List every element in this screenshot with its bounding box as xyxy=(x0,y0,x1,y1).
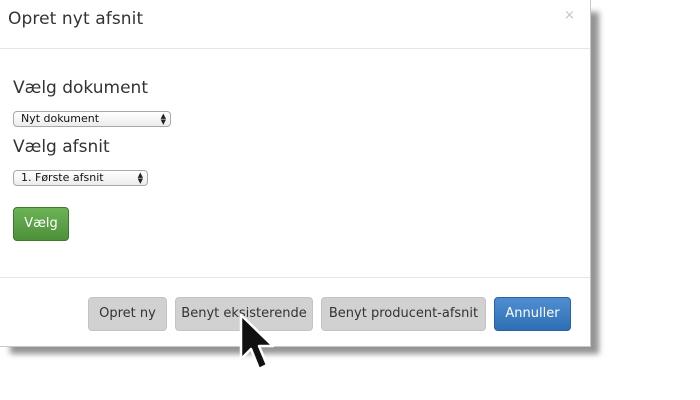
section-select[interactable]: 1. Første afsnit ▲ ▼ xyxy=(13,170,148,186)
select-arrows-icon: ▲ ▼ xyxy=(137,171,143,185)
section-select-value: 1. Første afsnit xyxy=(21,171,104,184)
document-label: Vælg dokument xyxy=(13,78,148,98)
create-new-button[interactable]: Opret ny xyxy=(88,297,167,331)
dialog-header: Opret nyt afsnit × xyxy=(0,0,590,49)
select-arrows-icon: ▲ ▼ xyxy=(160,112,166,126)
cancel-button[interactable]: Annuller xyxy=(494,297,571,331)
use-producer-section-button[interactable]: Benyt producent-afsnit xyxy=(321,297,486,331)
close-icon[interactable]: × xyxy=(564,8,575,23)
footer-divider xyxy=(0,277,590,278)
section-label: Vælg afsnit xyxy=(13,137,110,157)
document-select[interactable]: Nyt dokument ▲ ▼ xyxy=(13,111,171,127)
document-select-value: Nyt dokument xyxy=(21,112,100,125)
modal-dialog: Opret nyt afsnit × Vælg dokument Nyt dok… xyxy=(0,0,591,347)
dialog-title: Opret nyt afsnit xyxy=(8,9,144,29)
mouse-pointer-icon xyxy=(239,313,275,371)
choose-button[interactable]: Vælg xyxy=(13,207,69,241)
